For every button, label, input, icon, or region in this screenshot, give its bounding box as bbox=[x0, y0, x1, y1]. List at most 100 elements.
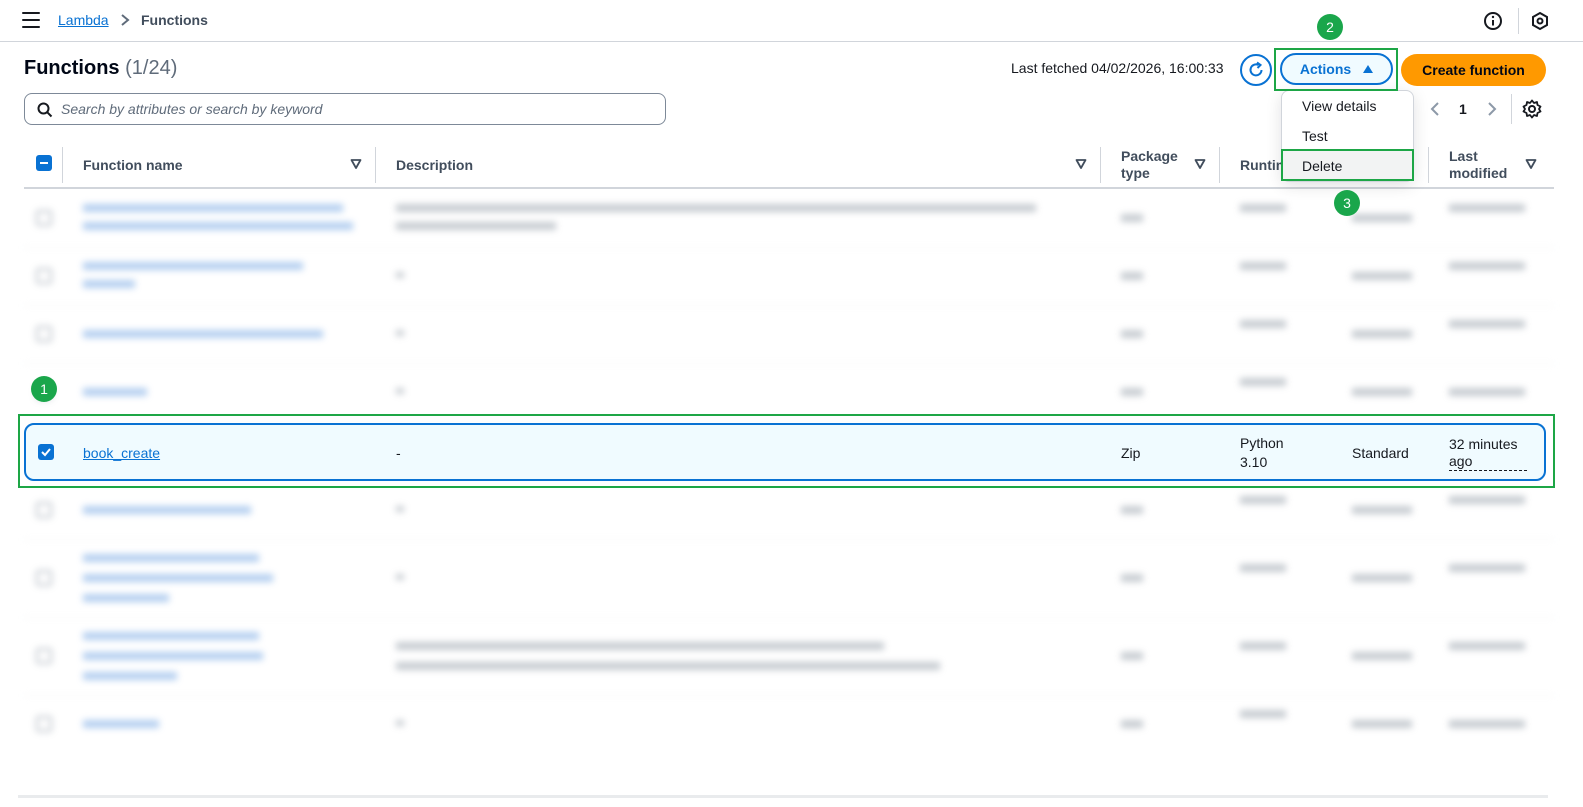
blurred-text bbox=[1121, 388, 1143, 396]
blurred-text bbox=[1449, 642, 1525, 650]
blurred-text bbox=[1240, 496, 1286, 504]
pagination-divider bbox=[1511, 94, 1512, 124]
blurred-text bbox=[83, 330, 323, 338]
column-divider bbox=[1100, 147, 1101, 183]
column-divider bbox=[1219, 147, 1220, 183]
breadcrumb-lambda-link[interactable]: Lambda bbox=[58, 12, 109, 28]
table-row[interactable] bbox=[24, 482, 1554, 540]
blurred-text bbox=[1449, 204, 1525, 212]
blurred-text bbox=[1352, 330, 1412, 338]
blurred-text bbox=[1352, 388, 1412, 396]
blurred-text bbox=[1121, 330, 1143, 338]
table-row[interactable] bbox=[24, 306, 1554, 364]
blurred-text bbox=[1449, 262, 1525, 270]
menu-item-view-details[interactable]: View details bbox=[1282, 91, 1413, 121]
blurred-text bbox=[1352, 720, 1412, 728]
blurred-text bbox=[1121, 272, 1143, 280]
blurred-text bbox=[1449, 320, 1525, 328]
blurred-text bbox=[83, 632, 259, 640]
blurred-text bbox=[1240, 564, 1286, 572]
blurred-text bbox=[1240, 320, 1286, 328]
row-checkbox[interactable] bbox=[36, 326, 52, 342]
blurred-text bbox=[83, 280, 135, 288]
row-checkbox[interactable] bbox=[36, 648, 52, 664]
annotation-badge-step-1: 1 bbox=[31, 376, 57, 402]
blurred-text bbox=[83, 262, 303, 270]
blurred-text bbox=[396, 330, 404, 336]
chevron-right-icon bbox=[121, 14, 130, 26]
blurred-text bbox=[1121, 574, 1143, 582]
column-header-last-modified[interactable]: Last modified bbox=[1449, 143, 1507, 187]
menu-icon[interactable] bbox=[22, 12, 40, 28]
blurred-text bbox=[1121, 214, 1143, 222]
page-title: Functions (1/24) bbox=[24, 57, 178, 79]
gear-icon[interactable] bbox=[1522, 99, 1542, 119]
blurred-text bbox=[1240, 204, 1286, 212]
column-divider bbox=[62, 147, 63, 183]
table-row[interactable] bbox=[24, 618, 1554, 696]
blurred-text bbox=[83, 222, 353, 230]
blurred-text bbox=[396, 222, 556, 230]
selection-count: (1/24) bbox=[125, 57, 178, 79]
table-row[interactable] bbox=[24, 190, 1554, 248]
blurred-text bbox=[83, 574, 273, 582]
column-divider bbox=[1428, 147, 1429, 183]
blurred-text bbox=[83, 672, 177, 680]
blurred-text bbox=[83, 204, 343, 212]
blurred-text bbox=[1240, 378, 1286, 386]
blurred-text bbox=[83, 554, 259, 562]
refresh-button[interactable] bbox=[1240, 54, 1272, 86]
blurred-text bbox=[1352, 272, 1412, 280]
page-number[interactable]: 1 bbox=[1459, 101, 1467, 117]
row-checkbox[interactable] bbox=[36, 570, 52, 586]
create-function-button[interactable]: Create function bbox=[1401, 54, 1546, 86]
blurred-text bbox=[83, 388, 147, 396]
blurred-text bbox=[396, 388, 404, 394]
column-header-package-type[interactable]: Package type bbox=[1121, 143, 1178, 187]
blurred-text bbox=[1352, 506, 1412, 514]
blurred-text bbox=[1240, 642, 1286, 650]
sort-icon[interactable] bbox=[1194, 158, 1206, 170]
select-all-checkbox[interactable] bbox=[36, 155, 52, 171]
blurred-text bbox=[396, 272, 404, 278]
blurred-text bbox=[1121, 506, 1143, 514]
menu-item-test[interactable]: Test bbox=[1282, 121, 1413, 151]
column-header-function-name[interactable]: Function name bbox=[83, 143, 183, 187]
blurred-text bbox=[1121, 652, 1143, 660]
topbar-divider bbox=[1518, 8, 1519, 34]
column-divider bbox=[375, 147, 376, 183]
blurred-text bbox=[83, 594, 169, 602]
row-checkbox[interactable] bbox=[36, 502, 52, 518]
row-checkbox[interactable] bbox=[36, 268, 52, 284]
annotation-highlight-actions bbox=[1274, 48, 1398, 91]
blurred-text bbox=[83, 652, 263, 660]
search-input[interactable] bbox=[61, 94, 657, 124]
row-checkbox[interactable] bbox=[36, 210, 52, 226]
blurred-text bbox=[83, 720, 159, 728]
info-icon[interactable] bbox=[1483, 11, 1503, 31]
notifications-icon[interactable] bbox=[1530, 11, 1550, 31]
blurred-text bbox=[396, 720, 404, 726]
row-checkbox[interactable] bbox=[36, 716, 52, 732]
table-row[interactable] bbox=[24, 540, 1554, 618]
sort-icon[interactable] bbox=[1525, 158, 1537, 170]
table-row[interactable] bbox=[24, 696, 1554, 754]
search-field bbox=[24, 93, 666, 125]
blurred-text bbox=[1352, 652, 1412, 660]
blurred-text bbox=[1352, 574, 1412, 582]
next-page-icon[interactable] bbox=[1485, 100, 1499, 118]
annotation-badge-step-2: 2 bbox=[1317, 14, 1343, 40]
previous-page-icon[interactable] bbox=[1428, 100, 1442, 118]
blurred-text bbox=[1240, 710, 1286, 718]
annotation-badge-step-3: 3 bbox=[1334, 190, 1360, 216]
last-fetched-text: Last fetched 04/02/2026, 16:00:33 bbox=[1011, 60, 1224, 76]
sort-icon[interactable] bbox=[350, 158, 362, 170]
column-header-description[interactable]: Description bbox=[396, 143, 473, 187]
table-row[interactable] bbox=[24, 248, 1554, 306]
annotation-highlight-selected-row bbox=[18, 414, 1555, 488]
top-navigation: Lambda Functions bbox=[0, 0, 1583, 42]
blurred-text bbox=[396, 506, 404, 512]
sort-icon[interactable] bbox=[1075, 158, 1087, 170]
blurred-text bbox=[1449, 720, 1525, 728]
search-icon bbox=[37, 102, 53, 118]
